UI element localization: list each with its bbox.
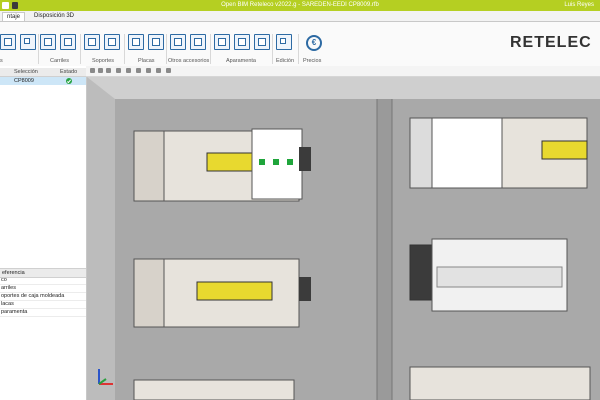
plate-edit-button-icon[interactable] [148, 34, 164, 50]
grid-header: Selección Estado [0, 68, 86, 77]
device-edit-button-icon[interactable] [234, 34, 250, 50]
view-front-icon[interactable] [106, 68, 111, 73]
support-edit-button-icon[interactable] [104, 34, 120, 50]
list-item-label: paramenta [1, 309, 28, 315]
breaker-row-2[interactable] [133, 258, 311, 328]
row-name: CP8009 [14, 78, 34, 84]
list-item[interactable]: arriles [0, 285, 86, 293]
user-name[interactable]: Luis Reyes [564, 2, 594, 8]
separator [124, 34, 125, 64]
reference-header-label: eferencia [2, 270, 25, 276]
column-estado[interactable]: Estado [60, 69, 77, 75]
group-label: Aparamenta [226, 58, 256, 64]
3d-viewport[interactable] [87, 77, 600, 400]
view-fit-icon[interactable] [146, 68, 151, 73]
plate-button-icon[interactable] [128, 34, 144, 50]
breaker-row-6[interactable] [409, 366, 591, 400]
view-iso-icon[interactable] [98, 68, 103, 73]
list-item-label: arriles [1, 285, 16, 291]
separator [38, 34, 39, 64]
separator [80, 34, 81, 64]
view-axes-icon[interactable] [90, 68, 95, 73]
ribbon-button-new-icon[interactable] [0, 34, 16, 50]
logo-text: RETELEC [510, 34, 592, 51]
breaker-row-4[interactable] [409, 117, 588, 189]
quick-access-icon[interactable] [2, 2, 9, 9]
table-row[interactable]: CP8009 [0, 77, 86, 85]
support-button-icon[interactable] [84, 34, 100, 50]
accessory-button-icon[interactable] [170, 34, 186, 50]
breaker-row-1[interactable] [133, 128, 311, 202]
rail-edit-button-icon[interactable] [60, 34, 76, 50]
list-item[interactable]: paramenta [0, 309, 86, 317]
ribbon-tabs: ntaje Disposición 3D [0, 11, 600, 22]
group-label: Carriles [50, 58, 69, 64]
breaker-row-3[interactable] [133, 379, 295, 400]
device-move-button-icon[interactable] [254, 34, 270, 50]
separator [298, 34, 299, 64]
window-title: Open BIM Reteleco v2022.g - SAREDEN-EEDI… [221, 2, 379, 8]
tab-montaje[interactable]: ntaje [2, 12, 26, 21]
view-top-icon[interactable] [116, 68, 121, 73]
view-zoom-icon[interactable] [136, 68, 141, 73]
title-bar: Open BIM Reteleco v2022.g - SAREDEN-EEDI… [0, 0, 600, 11]
axes-gizmo-icon [98, 369, 113, 385]
separator [272, 34, 273, 64]
edit-pencil-icon[interactable] [276, 34, 292, 50]
view-toolbar [86, 66, 600, 77]
group-label: Soportes [92, 58, 115, 64]
ribbon-button-delete-icon[interactable] [20, 34, 36, 50]
view-side-icon[interactable] [126, 68, 131, 73]
list-item[interactable]: lacas [0, 301, 86, 309]
separator [210, 34, 211, 64]
list-item-label: oportes de caja moldeada [1, 293, 65, 299]
tab-disposicion-3d[interactable]: Disposición 3D [30, 12, 78, 20]
status-ok-icon [66, 78, 72, 84]
group-label: Otros accesorios [168, 58, 210, 64]
brand-logo: RETELEC [510, 34, 600, 54]
view-wireframe-icon[interactable] [166, 68, 171, 73]
ribbon: s Carriles Soportes Placas Otros accesor… [0, 22, 600, 67]
breaker-row-5[interactable] [409, 238, 568, 312]
list-item-label: co [1, 277, 7, 283]
accessory-edit-button-icon[interactable] [190, 34, 206, 50]
group-label: Edición [276, 58, 295, 64]
save-icon[interactable] [12, 2, 18, 9]
separator [166, 34, 167, 64]
group-label: s [0, 58, 3, 64]
rail-button-icon[interactable] [40, 34, 56, 50]
list-item[interactable]: co [0, 277, 86, 285]
list-item[interactable]: oportes de caja moldeada [0, 293, 86, 301]
column-seleccion[interactable]: Selección [14, 69, 38, 75]
view-render-icon[interactable] [156, 68, 161, 73]
list-item-label: lacas [1, 301, 14, 307]
panel-scene [87, 77, 600, 400]
group-label: Precios [303, 58, 322, 64]
device-button-icon[interactable] [214, 34, 230, 50]
left-panel: Selección Estado CP8009 eferencia co arr… [0, 66, 87, 400]
euro-icon[interactable]: € [306, 35, 322, 51]
group-label: Placas [138, 58, 155, 64]
